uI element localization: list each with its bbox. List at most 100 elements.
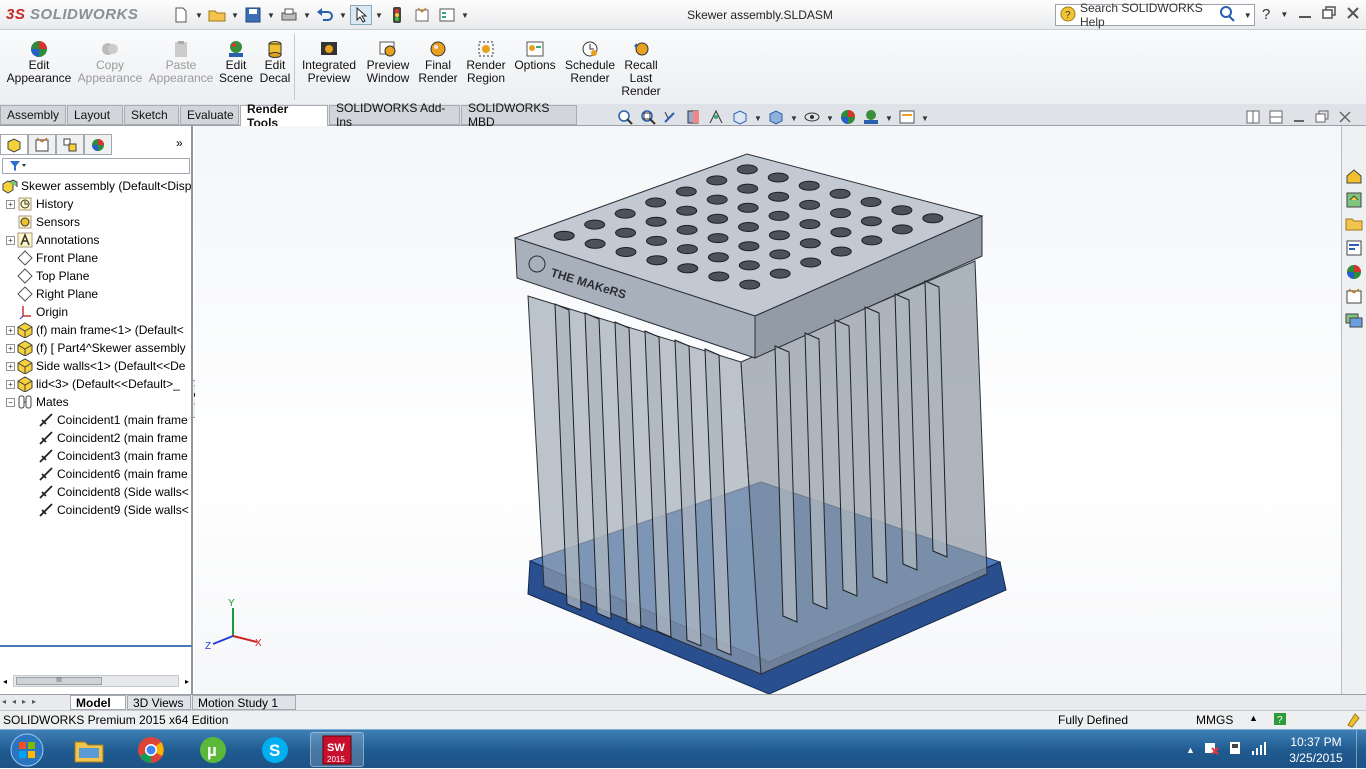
tree-item-side-walls[interactable]: + Side walls<1> (Default<<De	[0, 357, 192, 375]
render-region-button[interactable]: Render Region	[464, 40, 508, 85]
action-center-icon[interactable]	[1203, 740, 1219, 759]
tree-item-right-plane[interactable]: Right Plane	[0, 285, 192, 303]
copy-appearance-button[interactable]: Copy Appearance	[78, 40, 142, 85]
hide-show-dropdown-icon[interactable]: ▼	[826, 114, 834, 123]
expand-icon[interactable]: +	[6, 379, 15, 389]
print-icon[interactable]	[278, 5, 300, 25]
tab-layout[interactable]: Layout	[67, 105, 123, 125]
undo-dropdown-icon[interactable]: ▼	[339, 11, 347, 20]
select-dropdown-icon[interactable]: ▼	[375, 11, 383, 20]
expand-icon[interactable]: +	[6, 343, 15, 353]
units-dropdown-icon[interactable]: ▲	[1249, 713, 1258, 723]
displaymanager-tab-icon[interactable]	[84, 134, 112, 155]
tab-motion-study-1[interactable]: Motion Study 1	[192, 695, 296, 710]
options-dropdown-icon[interactable]: ▼	[461, 11, 469, 20]
tree-mate-coincident8[interactable]: Coincident8 (Side walls<	[0, 483, 192, 501]
tree-item-history[interactable]: + History	[0, 195, 192, 213]
help-dropdown-icon[interactable]: ▼	[1280, 10, 1288, 19]
view-settings-dropdown-icon[interactable]: ▼	[921, 114, 929, 123]
search-icon[interactable]	[1219, 5, 1237, 25]
scroll-left-icon[interactable]: ◂	[3, 677, 13, 686]
scroll-thumb[interactable]: III	[16, 677, 102, 685]
start-button[interactable]	[2, 732, 52, 767]
recall-last-render-button[interactable]: Recall Last Render	[620, 40, 662, 98]
appearances-scenes-icon[interactable]	[1343, 262, 1365, 282]
assembly-model-render[interactable]: THE MAKeRS Y X Z	[195, 126, 1341, 695]
new-dropdown-icon[interactable]: ▼	[195, 11, 203, 20]
expand-panel-icon[interactable]: »	[176, 136, 183, 150]
tree-item-part4[interactable]: + (f) [ Part4^Skewer assembly	[0, 339, 192, 357]
tree-root-assembly[interactable]: Skewer assembly (Default<Disp	[0, 177, 192, 195]
system-clock[interactable]: 10:37 PM 3/25/2015	[1283, 734, 1349, 766]
tree-item-annotations[interactable]: + Annotations	[0, 231, 192, 249]
tree-filter-field[interactable]	[2, 158, 190, 174]
tree-item-sensors[interactable]: Sensors	[0, 213, 192, 231]
render-options-button[interactable]: Options	[513, 40, 557, 72]
utorrent-taskbar-icon[interactable]: µ	[186, 732, 240, 767]
tab-model[interactable]: Model	[70, 695, 126, 710]
tree-item-front-plane[interactable]: Front Plane	[0, 249, 192, 267]
scroll-right-icon[interactable]: ▸	[179, 677, 189, 686]
split-view-icon[interactable]	[1246, 110, 1260, 127]
tree-mate-coincident9[interactable]: Coincident9 (Side walls<	[0, 501, 192, 519]
propertymanager-tab-icon[interactable]	[28, 134, 56, 155]
tab-solidworks-add-ins[interactable]: SOLIDWORKS Add-Ins	[329, 101, 460, 129]
view-orientation-dropdown-icon[interactable]: ▼	[754, 114, 762, 123]
tree-mate-coincident1[interactable]: Coincident1 (main frame	[0, 411, 192, 429]
chrome-taskbar-icon[interactable]	[124, 732, 178, 767]
configurationmanager-tab-icon[interactable]	[56, 134, 84, 155]
help-status-icon[interactable]: ?	[1273, 712, 1287, 729]
preview-window-button[interactable]: Preview Window	[363, 40, 413, 85]
skype-taskbar-icon[interactable]: S	[248, 732, 302, 767]
tab-evaluate[interactable]: Evaluate	[180, 105, 239, 125]
tree-item-top-plane[interactable]: Top Plane	[0, 267, 192, 285]
tree-mate-coincident3[interactable]: Coincident3 (main frame	[0, 447, 192, 465]
tree-item-main-frame[interactable]: + (f) main frame<1> (Default<	[0, 321, 192, 339]
expand-icon[interactable]: +	[6, 235, 15, 245]
tab-assembly[interactable]: Assembly	[0, 105, 66, 125]
final-render-button[interactable]: Final Render	[418, 40, 458, 85]
options-icon[interactable]	[436, 5, 458, 25]
tab-scroll-arrows-icon[interactable]: ◂◂▸▸	[2, 697, 42, 706]
viewport-minimize-icon[interactable]	[1292, 110, 1306, 127]
device-tray-icon[interactable]	[1227, 740, 1243, 759]
display-style-dropdown-icon[interactable]: ▼	[790, 114, 798, 123]
viewport-close-icon[interactable]	[1338, 110, 1352, 127]
close-icon[interactable]	[1346, 6, 1360, 23]
viewport-restore-icon[interactable]	[1315, 110, 1329, 127]
save-icon[interactable]	[242, 5, 264, 25]
edit-appearance-button[interactable]: Edit Appearance	[7, 40, 71, 85]
tree-item-origin[interactable]: Origin	[0, 303, 192, 321]
solidworks-logo[interactable]: 3S SOLIDWORKS	[6, 6, 138, 23]
tree-mate-coincident6[interactable]: Coincident6 (main frame	[0, 465, 192, 483]
tray-expand-icon[interactable]: ▲	[1186, 745, 1195, 755]
edit-decal-button[interactable]: Edit Decal	[258, 40, 292, 85]
file-explorer-taskbar-icon[interactable]	[62, 732, 116, 767]
help-search-box[interactable]: ? Search SOLIDWORKS Help ▼	[1055, 1, 1255, 29]
tab-sketch[interactable]: Sketch	[124, 105, 179, 125]
file-properties-icon[interactable]	[411, 5, 433, 25]
paste-appearance-button[interactable]: Paste Appearance	[149, 40, 213, 85]
expand-icon[interactable]: +	[6, 199, 15, 209]
select-cursor-icon[interactable]	[350, 5, 372, 25]
solidworks-taskbar-icon[interactable]: SW 2015	[310, 732, 364, 767]
custom-properties-icon[interactable]	[1343, 286, 1365, 306]
apply-scene-dropdown-icon[interactable]: ▼	[885, 114, 893, 123]
restore-icon[interactable]	[1322, 6, 1337, 23]
search-dropdown-icon[interactable]: ▼	[1241, 11, 1254, 20]
units-selector[interactable]: MMGS	[1196, 713, 1233, 727]
split-view-alt-icon[interactable]	[1269, 110, 1283, 127]
filter-funnel-icon[interactable]	[9, 160, 27, 175]
tree-item-mates[interactable]: − Mates	[0, 393, 192, 411]
minimize-icon[interactable]	[1298, 6, 1312, 23]
tree-horizontal-scrollbar[interactable]: ◂ III ▸	[3, 674, 189, 688]
graphics-area[interactable]: THE MAKeRS Y X Z	[195, 126, 1341, 695]
file-explorer-icon[interactable]	[1343, 214, 1365, 234]
collapse-icon[interactable]: −	[6, 397, 15, 407]
show-desktop-button[interactable]	[1356, 730, 1366, 769]
tab-solidworks-mbd[interactable]: SOLIDWORKS MBD	[461, 101, 577, 129]
tree-item-lid[interactable]: + lid<3> (Default<<Default>_	[0, 375, 192, 393]
edit-scene-button[interactable]: Edit Scene	[218, 40, 254, 85]
forum-icon[interactable]	[1343, 310, 1365, 330]
solidworks-resources-icon[interactable]	[1343, 166, 1365, 186]
